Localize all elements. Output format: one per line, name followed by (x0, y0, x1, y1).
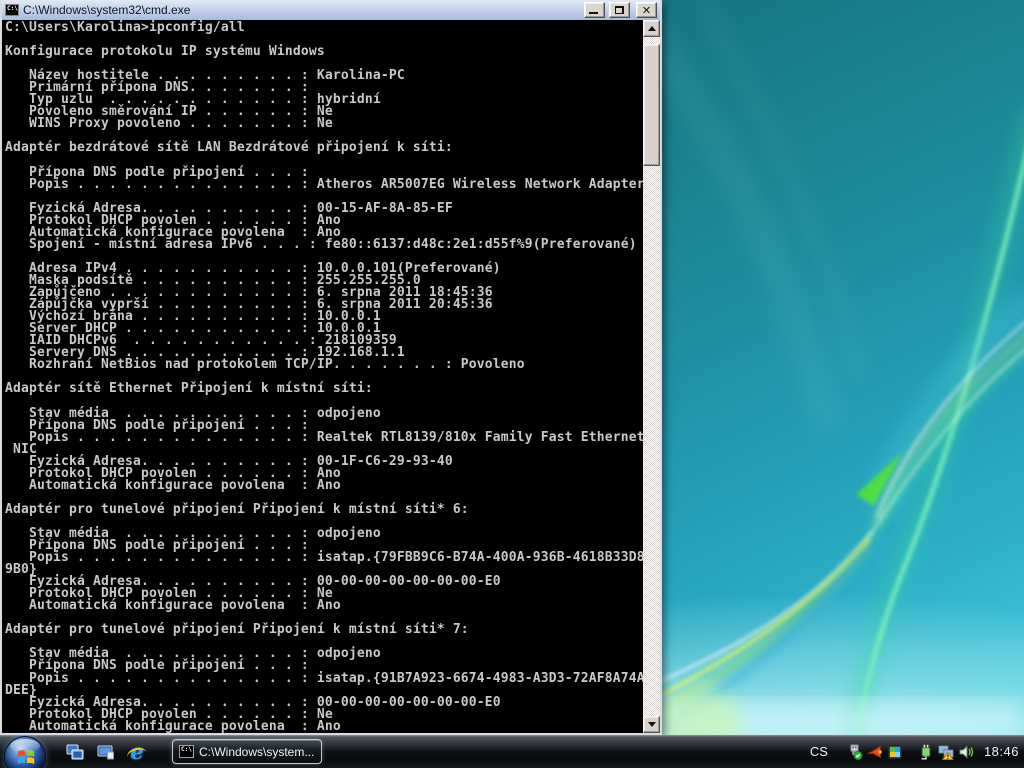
arrow-down-icon (648, 722, 656, 727)
taskbar: e C:\ C:\Windows\system... CS (0, 735, 1024, 768)
internet-explorer-icon[interactable]: e (126, 741, 148, 763)
minimize-button[interactable] (584, 2, 605, 18)
display-settings-icon[interactable] (887, 744, 903, 760)
console-output: C:\Users\Karolina>ipconfig/all Konfigura… (2, 20, 643, 733)
tray-clock[interactable]: 18:46 (984, 744, 1019, 759)
close-icon: ✕ (642, 5, 651, 16)
console-viewport[interactable]: C:\Users\Karolina>ipconfig/all Konfigura… (2, 20, 643, 733)
arrow-up-icon (648, 26, 656, 31)
taskbar-task-button[interactable]: C:\ C:\Windows\system... (172, 739, 322, 764)
scroll-down-button[interactable] (643, 716, 660, 733)
minimize-icon (589, 12, 598, 14)
window-title: C:\Windows\system32\cmd.exe (23, 3, 580, 17)
restore-icon (615, 6, 624, 14)
volume-icon[interactable] (958, 744, 974, 760)
task-button-label: C:\Windows\system... (199, 745, 314, 759)
scroll-up-button[interactable] (643, 20, 660, 37)
switch-windows-icon[interactable] (64, 741, 86, 763)
close-button[interactable]: ✕ (636, 2, 657, 18)
audio-manager-icon[interactable] (867, 744, 883, 760)
cmd-window: C:\ C:\Windows\system32\cmd.exe ✕ C:\Use… (0, 0, 662, 735)
console-scrollbar[interactable] (643, 20, 660, 733)
power-plug-icon[interactable] (918, 744, 934, 760)
network-warning-icon[interactable] (938, 744, 954, 760)
scroll-thumb[interactable] (643, 44, 660, 166)
quick-launch: e (64, 741, 148, 763)
language-indicator[interactable]: CS (810, 744, 828, 759)
desktop[interactable]: C:\ C:\Windows\system32\cmd.exe ✕ C:\Use… (0, 0, 1024, 768)
restore-button[interactable] (609, 2, 630, 18)
system-tray: CS (810, 735, 1019, 768)
cmd-icon: C:\ (179, 745, 194, 758)
safely-remove-hardware-icon[interactable] (847, 744, 863, 760)
show-desktop-icon[interactable] (95, 741, 117, 763)
titlebar[interactable]: C:\ C:\Windows\system32\cmd.exe ✕ (2, 0, 660, 21)
windows-logo-icon (15, 746, 37, 768)
start-button[interactable] (4, 736, 46, 768)
cmd-icon: C:\ (5, 4, 19, 16)
